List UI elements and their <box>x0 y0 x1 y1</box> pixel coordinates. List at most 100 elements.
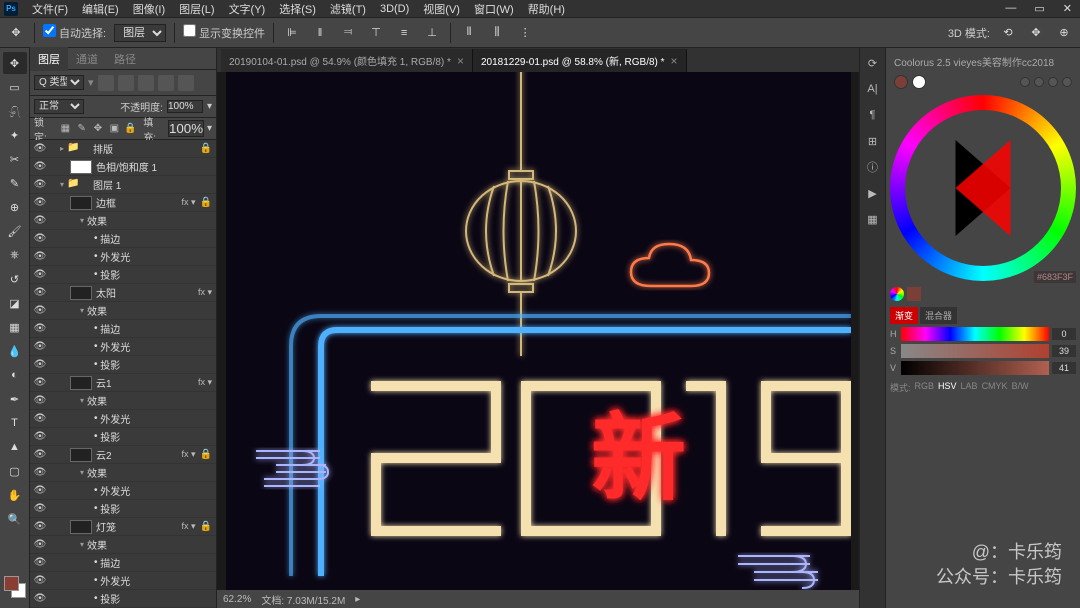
filter-pixel-icon[interactable] <box>98 75 114 91</box>
color-swatch[interactable] <box>4 576 26 598</box>
val-value[interactable]: 41 <box>1052 362 1076 374</box>
hue-slider[interactable] <box>901 327 1049 341</box>
fx-badge[interactable]: fx ▾ <box>182 449 196 460</box>
menu-layer[interactable]: 图层(L) <box>179 1 214 17</box>
mode-hsv[interactable]: HSV <box>938 381 957 394</box>
blend-mode-dropdown[interactable]: 正常 <box>34 99 84 114</box>
visibility-icon[interactable]: 👁 <box>30 161 50 172</box>
layer-filter-kind[interactable]: Q 类型 <box>34 75 84 90</box>
character-icon[interactable]: A| <box>864 80 882 98</box>
zoom-level[interactable]: 62.2% <box>223 594 251 605</box>
stamp-tool[interactable]: ⎈ <box>3 244 27 266</box>
distribute-icon-2[interactable]: ⫼ <box>487 23 507 43</box>
sat-slider[interactable] <box>901 344 1049 358</box>
layer-row[interactable]: 👁• 外发光 <box>30 410 216 428</box>
layer-row[interactable]: 👁▾效果 <box>30 392 216 410</box>
heal-tool[interactable]: ⊕ <box>3 196 27 218</box>
lasso-tool[interactable]: 𓍯 <box>3 100 27 122</box>
3d-orbit-icon[interactable]: ⟲ <box>998 23 1018 43</box>
3d-zoom-icon[interactable]: ⊕ <box>1054 23 1074 43</box>
eraser-tool[interactable]: ◪ <box>3 292 27 314</box>
grid-icon[interactable] <box>1062 77 1072 87</box>
expand-icon[interactable]: ▸ <box>60 144 64 153</box>
visibility-icon[interactable]: 👁 <box>30 143 50 154</box>
layer-row[interactable]: 👁• 投影 <box>30 428 216 446</box>
menu-filter[interactable]: 滤镜(T) <box>330 1 366 17</box>
grid-icon[interactable] <box>1048 77 1058 87</box>
layer-row[interactable]: 👁灯笼fx ▾🔒 <box>30 518 216 536</box>
visibility-icon[interactable]: 👁 <box>30 287 50 298</box>
filter-text-icon[interactable] <box>138 75 154 91</box>
visibility-icon[interactable]: 👁 <box>30 215 50 226</box>
menu-type[interactable]: 文字(Y) <box>229 1 266 17</box>
fx-badge[interactable]: fx ▾ <box>198 377 212 388</box>
opacity-input[interactable] <box>167 100 203 113</box>
visibility-icon[interactable]: 👁 <box>30 179 50 190</box>
grid-icon[interactable] <box>1020 77 1030 87</box>
tab-gradient[interactable]: 渐变 <box>890 307 918 324</box>
mode-lab[interactable]: LAB <box>961 381 978 394</box>
brush-tool[interactable]: 🖌 <box>3 220 27 242</box>
visibility-icon[interactable]: 👁 <box>30 413 50 424</box>
close-icon[interactable]: × <box>671 54 678 68</box>
3d-pan-icon[interactable]: ✥ <box>1026 23 1046 43</box>
window-close-icon[interactable]: ✕ <box>1063 2 1072 15</box>
auto-select-dropdown[interactable]: 图层 <box>114 24 166 42</box>
lock-artboard-icon[interactable]: ▣ <box>108 122 121 136</box>
swatches-icon[interactable]: ▦ <box>864 210 882 228</box>
visibility-icon[interactable]: 👁 <box>30 575 50 586</box>
visibility-icon[interactable]: 👁 <box>30 557 50 568</box>
layer-row[interactable]: 👁• 投影 <box>30 590 216 608</box>
swatch-dot[interactable] <box>912 75 926 89</box>
expand-icon[interactable]: ▾ <box>80 468 84 477</box>
layer-row[interactable]: 👁▾效果 <box>30 302 216 320</box>
layer-row[interactable]: 👁• 投影 <box>30 500 216 518</box>
align-bottom-icon[interactable]: ⊥ <box>422 23 442 43</box>
info-icon[interactable]: ⓘ <box>864 158 882 176</box>
visibility-icon[interactable]: 👁 <box>30 521 50 532</box>
swatch-dot[interactable] <box>894 75 908 89</box>
align-left-icon[interactable]: ⊫ <box>282 23 302 43</box>
layer-row[interactable]: 👁• 外发光 <box>30 572 216 590</box>
layer-row[interactable]: 👁• 描边 <box>30 554 216 572</box>
expand-icon[interactable]: ▾ <box>80 540 84 549</box>
layer-row[interactable]: 👁太阳fx ▾ <box>30 284 216 302</box>
move-tool[interactable]: ✥ <box>3 52 27 74</box>
align-center-v-icon[interactable]: ≡ <box>394 23 414 43</box>
pen-tool[interactable]: ✒ <box>3 388 27 410</box>
shape-tool[interactable]: ▢ <box>3 460 27 482</box>
color-wheel[interactable]: #683F3F <box>890 95 1076 281</box>
visibility-icon[interactable]: 👁 <box>30 359 50 370</box>
tab-channels[interactable]: 通道 <box>68 47 106 71</box>
menu-image[interactable]: 图像(I) <box>133 1 165 17</box>
menu-select[interactable]: 选择(S) <box>279 1 316 17</box>
layer-row[interactable]: 👁▾效果 <box>30 212 216 230</box>
layer-row[interactable]: 👁边框fx ▾🔒 <box>30 194 216 212</box>
tab-layers[interactable]: 图层 <box>30 47 68 71</box>
menu-edit[interactable]: 编辑(E) <box>82 1 119 17</box>
fx-badge[interactable]: fx ▾ <box>182 197 196 208</box>
history-brush-tool[interactable]: ↺ <box>3 268 27 290</box>
sat-value[interactable]: 39 <box>1052 345 1076 357</box>
expand-icon[interactable]: ▾ <box>60 180 64 189</box>
path-select-tool[interactable]: ▲ <box>3 436 27 458</box>
visibility-icon[interactable]: 👁 <box>30 485 50 496</box>
visibility-icon[interactable]: 👁 <box>30 377 50 388</box>
document-tab[interactable]: 20190104-01.psd @ 54.9% (颜色填充 1, RGB/8) … <box>221 49 473 72</box>
zoom-tool[interactable]: 🔍 <box>3 508 27 530</box>
menu-help[interactable]: 帮助(H) <box>528 1 565 17</box>
canvas[interactable]: 新 <box>217 72 859 590</box>
history-icon[interactable]: ⟳ <box>864 54 882 72</box>
window-minimize-icon[interactable]: — <box>1005 2 1016 15</box>
lock-transparency-icon[interactable]: ▦ <box>59 122 72 136</box>
visibility-icon[interactable]: 👁 <box>30 467 50 478</box>
visibility-icon[interactable]: 👁 <box>30 251 50 262</box>
layer-row[interactable]: 👁• 投影 <box>30 266 216 284</box>
menu-view[interactable]: 视图(V) <box>423 1 460 17</box>
visibility-icon[interactable]: 👁 <box>30 395 50 406</box>
visibility-icon[interactable]: 👁 <box>30 323 50 334</box>
layer-row[interactable]: 👁▾效果 <box>30 464 216 482</box>
mode-bw[interactable]: B/W <box>1012 381 1029 394</box>
visibility-icon[interactable]: 👁 <box>30 593 50 604</box>
align-center-h-icon[interactable]: ‖ <box>310 23 330 43</box>
